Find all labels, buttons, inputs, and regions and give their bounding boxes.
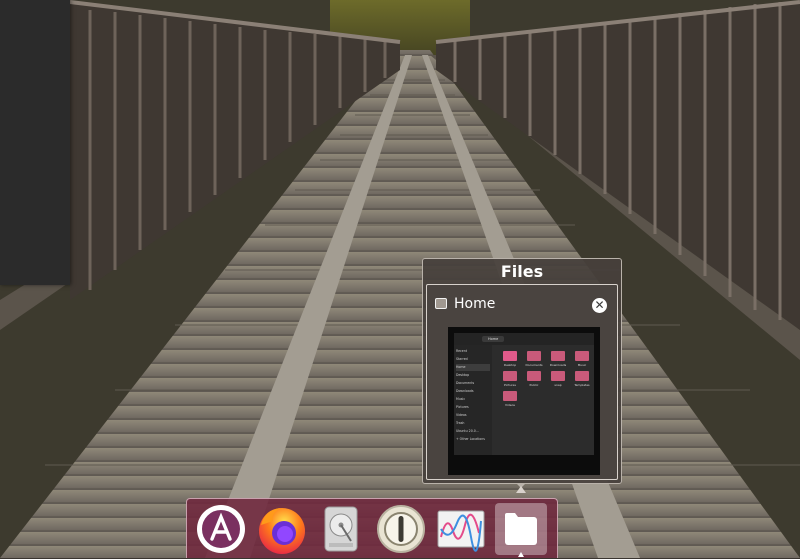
thumbnail-folder-icon: [551, 351, 565, 361]
thumbnail-folder-label: Pictures: [504, 383, 516, 387]
thumbnail-folder-icon: [527, 351, 541, 361]
dock-item-disks[interactable]: [315, 503, 367, 555]
thumbnail-sidebar-item: Pictures: [456, 405, 469, 409]
running-indicator: [518, 552, 524, 557]
thumbnail-folder-icon: [575, 351, 589, 361]
dock-item-software[interactable]: [195, 503, 247, 555]
thumbnail-folder-icon: [503, 371, 517, 381]
thumbnail-sidebar-item: Home: [456, 364, 490, 371]
thumbnail-sidebar-item: Downloads: [456, 389, 474, 393]
app-center-icon: [197, 505, 245, 553]
window-title: Home: [454, 296, 496, 312]
dock-item-system-monitor[interactable]: [435, 503, 487, 555]
thumbnail-header-bar: Home: [454, 333, 594, 345]
thumbnail-location: Home: [482, 336, 505, 342]
dock-item-passwords[interactable]: [375, 503, 427, 555]
thumbnail-folder-label: Desktop: [503, 363, 517, 367]
thumbnail-folder-label: Documents: [525, 363, 543, 367]
password-manager-icon: [377, 505, 425, 553]
system-monitor-icon: [437, 510, 485, 552]
thumbnail-folder-label: Music: [577, 363, 587, 367]
thumbnail-sidebar-item: Desktop: [456, 373, 470, 377]
thumbnail-folder-label: Videos: [505, 403, 515, 407]
background-window-panel[interactable]: [0, 0, 70, 285]
thumbnail-sidebar-item: Documents: [456, 381, 475, 385]
close-window-button[interactable]: ✕: [592, 298, 607, 313]
window-preview-popup: Files Home ✕ Home Recent Starred Home Deskt…: [422, 258, 622, 484]
dock: [186, 498, 558, 558]
thumbnail-folder-icon: [551, 371, 565, 381]
dock-pointer: [516, 486, 526, 493]
thumbnail-folder-icon: [503, 351, 517, 361]
thumbnail-sidebar-item: Recent: [456, 349, 468, 353]
thumbnail-sidebar-item: Starred: [456, 357, 468, 361]
thumbnail-folder-label: Public: [529, 383, 539, 387]
thumbnail-folder-icon: [503, 391, 517, 401]
thumbnail-sidebar-item: Videos: [456, 413, 467, 417]
popup-title: Files: [500, 262, 544, 281]
disk-icon: [324, 506, 358, 552]
window-icon: [435, 298, 447, 309]
window-thumbnail[interactable]: Home Recent Starred Home Desktop Documents Do…: [448, 327, 600, 475]
thumbnail-sidebar-item: Trash: [456, 421, 465, 425]
thumbnail-sidebar-item: Ubuntu 20.0...: [456, 429, 479, 433]
thumbnail-folder-label: Downloads: [549, 363, 567, 367]
close-icon: ✕: [594, 298, 605, 312]
dock-item-firefox[interactable]: [255, 503, 307, 555]
files-window-thumbnail: Home Recent Starred Home Desktop Documents Do…: [454, 333, 594, 455]
dock-item-files[interactable]: [495, 503, 547, 555]
files-icon: [505, 513, 537, 545]
thumbnail-sidebar-item: Music: [456, 397, 466, 401]
firefox-icon: [259, 508, 305, 554]
desktop-wallpaper: [0, 0, 800, 558]
thumbnail-folder-icon: [527, 371, 541, 381]
thumbnail-sidebar: Recent Starred Home Desktop Documents Downloa…: [454, 345, 492, 455]
thumbnail-sidebar-item: + Other Locations: [456, 437, 485, 441]
window-preview-card[interactable]: Home ✕ Home Recent Starred Home Desktop Docu…: [426, 284, 618, 480]
thumbnail-folder-label: snap: [554, 383, 562, 387]
thumbnail-folder-icon: [575, 371, 589, 381]
thumbnail-folder-label: Templates: [574, 383, 590, 387]
